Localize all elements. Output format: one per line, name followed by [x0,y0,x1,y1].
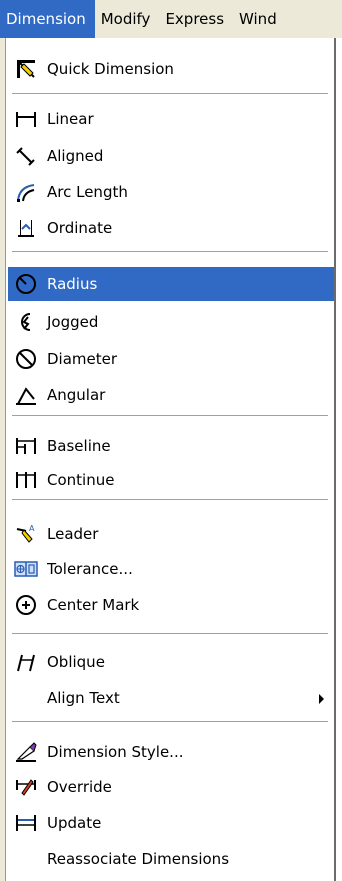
menu-separator [12,721,328,722]
menu-item-linear[interactable]: Linear [8,102,334,136]
jogged-icon [13,310,39,334]
center-mark-icon [13,593,39,617]
menu-modify[interactable]: Modify [95,0,160,38]
menu-item-label: Aligned [47,147,104,165]
menu-bar: Dimension Modify Express Wind [0,0,342,38]
override-icon [13,775,39,799]
menu-item-label: Diameter [47,350,118,368]
menu-item-label: Jogged [47,313,99,331]
baseline-icon [13,434,39,458]
diameter-icon [13,347,39,371]
menu-item-angular[interactable]: Angular [8,378,334,412]
menu-item-label: Ordinate [47,219,113,237]
menu-item-reassociate-dimensions[interactable]: Reassociate Dimensions [8,842,334,876]
menu-item-update[interactable]: Update [8,806,334,840]
menu-express[interactable]: Express [159,0,233,38]
menu-item-diameter[interactable]: Diameter [8,342,334,376]
menu-separator [12,415,328,416]
dimension-style-icon [13,740,39,764]
menu-item-arc-length[interactable]: Arc Length [8,175,334,209]
menu-item-label: Leader [47,525,99,543]
menu-item-label: Center Mark [47,596,140,614]
update-icon [13,811,39,835]
aligned-icon [13,144,39,168]
menu-item-label: Tolerance... [47,560,133,578]
menu-separator [12,633,328,634]
menu-item-continue[interactable]: Continue [8,463,334,497]
menu-item-label: Reassociate Dimensions [47,850,230,868]
menu-item-oblique[interactable]: Oblique [8,645,334,679]
menu-item-baseline[interactable]: Baseline [8,429,334,463]
menu-item-label: Override [47,778,112,796]
menu-dimension[interactable]: Dimension [0,0,95,38]
menu-item-label: Continue [47,471,115,489]
menu-item-center-mark[interactable]: Center Mark [8,588,334,622]
menu-item-align-text[interactable]: Align Text [8,681,334,715]
menu-item-aligned[interactable]: Aligned [8,139,334,173]
menu-item-label: Dimension Style... [47,743,184,761]
menu-item-label: Arc Length [47,183,128,201]
arc-length-icon [13,180,39,204]
menu-item-label: Baseline [47,437,111,455]
menu-item-label: Linear [47,110,94,128]
menu-separator [12,499,328,500]
menu-item-tolerance[interactable]: Tolerance... [8,552,334,586]
dimension-dropdown-menu: Quick Dimension Linear Aligned Arc Lengt… [5,38,336,881]
menu-separator [12,93,328,94]
menu-item-ordinate[interactable]: Ordinate [8,211,334,245]
menu-item-label: Oblique [47,653,105,671]
menu-window[interactable]: Wind [233,0,286,38]
tolerance-icon [13,557,39,581]
menu-item-override[interactable]: Override [8,770,334,804]
ordinate-icon [13,216,39,240]
svg-text:A: A [29,524,35,533]
menu-item-label: Radius [47,275,98,293]
linear-icon [13,107,39,131]
menu-item-label: Align Text [47,689,120,707]
menu-item-radius[interactable]: Radius [8,267,334,301]
menu-separator [12,251,328,252]
submenu-arrow-icon [319,694,324,704]
menu-item-leader[interactable]: A Leader [8,517,334,551]
leader-icon: A [13,522,39,546]
quick-dimension-icon [13,57,39,81]
menu-item-label: Update [47,814,102,832]
continue-icon [13,468,39,492]
angular-icon [13,383,39,407]
menu-item-jogged[interactable]: Jogged [8,305,334,339]
menu-item-label: Quick Dimension [47,60,174,78]
menu-item-label: Angular [47,386,106,404]
menu-item-dimension-style[interactable]: Dimension Style... [8,735,334,769]
radius-icon [13,272,39,296]
menu-item-quick-dimension[interactable]: Quick Dimension [8,52,334,86]
oblique-icon [13,650,39,674]
